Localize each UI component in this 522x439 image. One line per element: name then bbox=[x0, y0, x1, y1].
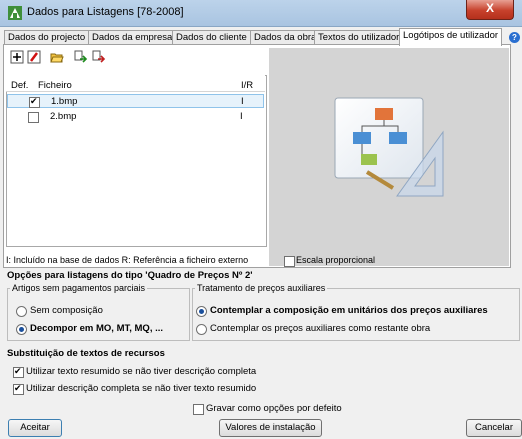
label-sem-composicao: Sem composição bbox=[30, 305, 103, 316]
subst-title: Substituição de textos de recursos bbox=[7, 348, 165, 359]
column-header-ficheiro[interactable]: Ficheiro bbox=[38, 80, 72, 91]
column-header-def[interactable]: Def. bbox=[11, 80, 28, 91]
file-name: 2.bmp bbox=[50, 111, 77, 122]
label-descricao-completa: Utilizar descrição completa se não tiver… bbox=[26, 383, 257, 394]
aceitar-button[interactable]: Aceitar bbox=[8, 419, 62, 437]
toolbar bbox=[6, 47, 264, 67]
radio-contemplar-restante[interactable] bbox=[196, 324, 207, 335]
checkbox-texto-resumido[interactable] bbox=[13, 366, 24, 378]
open-folder-icon[interactable] bbox=[50, 50, 64, 64]
options-title: Opções para listagens do tipo 'Quadro de… bbox=[7, 270, 253, 281]
checkbox-gravar-opcoes[interactable] bbox=[193, 404, 204, 415]
label-texto-resumido: Utilizar texto resumido se não tiver des… bbox=[26, 366, 257, 377]
file-ir: I bbox=[240, 111, 243, 122]
logo-preview bbox=[269, 48, 509, 266]
radio-decompor[interactable] bbox=[16, 324, 27, 335]
app-icon bbox=[8, 6, 22, 20]
table-row[interactable]: 1.bmp I bbox=[7, 94, 264, 108]
import-icon[interactable] bbox=[74, 50, 88, 64]
help-icon[interactable]: ? bbox=[509, 32, 520, 43]
checkbox-descricao-completa[interactable] bbox=[13, 383, 24, 395]
label-gravar-opcoes: Gravar como opções por defeito bbox=[206, 403, 342, 414]
export-icon[interactable] bbox=[92, 50, 106, 64]
label-decompor: Decompor em MO, MT, MQ, ... bbox=[30, 323, 164, 334]
group-tratamento-title: Tratamento de preços auxiliares bbox=[195, 283, 328, 293]
group-artigos-title: Artigos sem pagamentos parciais bbox=[10, 283, 148, 293]
window-title: Dados para Listagens [78-2008] bbox=[27, 6, 184, 18]
cancelar-button[interactable]: Cancelar bbox=[466, 419, 522, 437]
label-contemplar-restante: Contemplar os preços auxiliares como res… bbox=[210, 323, 431, 334]
escala-proporcional-checkbox[interactable] bbox=[284, 256, 295, 267]
close-icon: X bbox=[485, 1, 494, 15]
escala-proporcional-label: Escala proporcional bbox=[296, 255, 376, 265]
legend-text: I: Incluído na base de dados R: Referênc… bbox=[6, 255, 249, 265]
tab-logotipos-utilizador[interactable]: Logótipos de utilizador bbox=[399, 28, 503, 46]
diagram-image-icon bbox=[334, 97, 444, 197]
close-button[interactable]: X bbox=[466, 0, 514, 20]
default-checkbox[interactable] bbox=[28, 112, 39, 123]
title-bar: Dados para Listagens [78-2008] bbox=[0, 0, 522, 27]
file-ir: I bbox=[241, 96, 244, 107]
add-icon[interactable] bbox=[10, 50, 24, 64]
delete-icon[interactable] bbox=[27, 50, 41, 64]
table-row[interactable]: 2.bmp I bbox=[7, 110, 264, 124]
valores-instalacao-button[interactable]: Valores de instalação bbox=[219, 419, 322, 437]
label-contemplar-composicao: Contemplar a composição em unitários dos… bbox=[210, 305, 488, 316]
file-name: 1.bmp bbox=[51, 96, 78, 107]
column-header-ir[interactable]: I/R bbox=[241, 80, 253, 91]
radio-contemplar-composicao[interactable] bbox=[196, 306, 207, 317]
default-checkbox[interactable] bbox=[29, 96, 40, 108]
radio-sem-composicao[interactable] bbox=[16, 306, 27, 317]
